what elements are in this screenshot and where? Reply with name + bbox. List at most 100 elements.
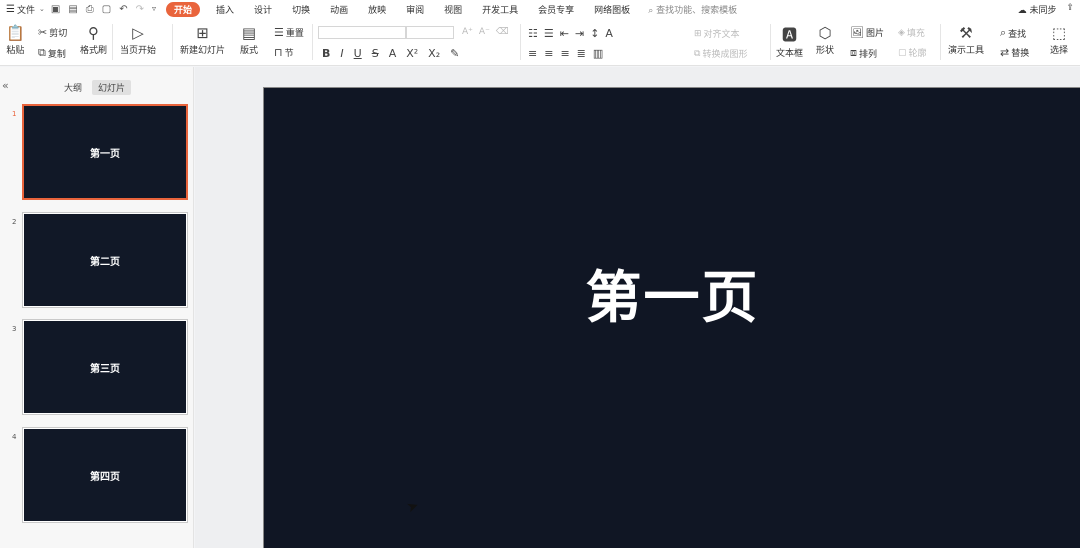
select-button[interactable]: ⬚ 选择 — [1050, 24, 1068, 56]
increase-indent-icon[interactable]: ⇥ — [575, 27, 584, 40]
section-button[interactable]: ⊓ 节 — [274, 46, 294, 59]
font-style-group: B I U S A X² X₂ ✎ — [322, 47, 459, 60]
copy-button[interactable]: ⧉ 复制 — [38, 46, 66, 60]
strikethrough-icon[interactable]: S — [372, 47, 379, 60]
text-box-button[interactable]: 🅰 文本框 — [776, 24, 803, 59]
tab-outline[interactable]: 大纲 — [58, 80, 88, 95]
redo-icon[interactable]: ↷ — [136, 4, 144, 15]
outline-button[interactable]: ▢ 轮廓 — [898, 46, 927, 60]
tab-slides[interactable]: 幻灯片 — [92, 80, 132, 95]
slide-number: 4 — [12, 433, 17, 441]
shape-button[interactable]: ⬡ 形状 — [816, 24, 834, 56]
play-from-current-label: 当页开始 — [120, 46, 157, 56]
justify-icon[interactable]: ≣ — [577, 47, 586, 60]
tab-network-board[interactable]: 网络图板 — [584, 3, 640, 16]
decrease-font-icon[interactable]: A⁻ — [479, 27, 490, 37]
presentation-tools-button[interactable]: ⚒ 演示工具 — [948, 24, 984, 56]
format-painter-button[interactable]: ⚲ 格式刷 — [80, 24, 107, 56]
format-painter-label: 格式刷 — [80, 46, 108, 56]
tab-view[interactable]: 视图 — [434, 3, 472, 16]
arrange-label: 排列 — [859, 49, 878, 60]
line-spacing-icon[interactable]: ↕ — [590, 27, 599, 40]
bold-icon[interactable]: B — [322, 47, 330, 60]
thumbnail-frame: 第一页 — [22, 104, 188, 200]
reset-button[interactable]: ☰ 重置 — [274, 26, 304, 39]
slide-thumbnail-3[interactable]: 3 第三页 — [0, 319, 194, 419]
convert-smartart-button[interactable]: ⧉ 转换成图形 — [694, 47, 747, 61]
tab-design[interactable]: 设计 — [244, 3, 282, 16]
share-icon[interactable]: ⇪ — [1066, 3, 1074, 16]
tab-developer[interactable]: 开发工具 — [472, 3, 528, 16]
highlight-icon[interactable]: ✎ — [450, 47, 459, 60]
shape-icon: ⬡ — [818, 24, 832, 42]
align-text-button[interactable]: ⊞ 对齐文本 — [694, 27, 740, 41]
underline-icon[interactable]: U — [354, 47, 362, 60]
more-icon[interactable]: ▿ — [152, 4, 156, 15]
slide-thumbnail-2[interactable]: 2 第二页 — [0, 212, 194, 312]
align-left-icon[interactable]: ≡ — [528, 47, 537, 60]
tab-member[interactable]: 会员专享 — [528, 3, 584, 16]
align-center-icon[interactable]: ≡ — [544, 47, 553, 60]
tab-transition[interactable]: 切换 — [282, 3, 320, 16]
play-from-current-button[interactable]: ▷ 当页开始 — [120, 24, 156, 56]
collapse-panel-icon[interactable]: « — [2, 79, 9, 92]
current-slide[interactable]: 第一页 — [263, 87, 1080, 548]
hamburger-icon[interactable]: ☰ — [6, 4, 15, 15]
find-button[interactable]: ⌕ 查找 — [1000, 26, 1026, 40]
font-color-icon[interactable]: A — [389, 47, 397, 60]
align-text-icon: ⊞ — [694, 28, 702, 39]
font-size-select[interactable] — [406, 26, 454, 39]
sync-status[interactable]: ☁ 未同步 — [1018, 3, 1057, 16]
cut-button[interactable]: ✂ 剪切 — [38, 26, 67, 39]
undo-icon[interactable]: ↶ — [119, 4, 127, 15]
tools-icon: ⚒ — [959, 24, 973, 42]
menu-file[interactable]: 文件 — [17, 3, 39, 16]
numbered-list-icon[interactable]: ☰ — [544, 27, 554, 40]
tab-slideshow[interactable]: 放映 — [358, 3, 396, 16]
increase-font-icon[interactable]: A⁺ — [462, 27, 473, 37]
slide-panel: « 大纲 幻灯片 1 第一页 2 第二页 3 第三页 4 第四页 — [0, 67, 194, 548]
chevron-down-icon[interactable]: ⌄ — [39, 5, 45, 13]
align-text-label: 对齐文本 — [703, 30, 740, 40]
arrange-button[interactable]: ⧈ 排列 — [850, 46, 877, 60]
italic-icon[interactable]: I — [340, 47, 343, 60]
find-label: 查找 — [1008, 29, 1027, 40]
copy-label: 复制 — [47, 49, 66, 60]
search-box[interactable]: ⌕ 查找功能、搜索模板 — [648, 3, 737, 16]
replace-button[interactable]: ⇄ 替换 — [1000, 46, 1029, 59]
tab-animation[interactable]: 动画 — [320, 3, 358, 16]
subscript-icon[interactable]: X₂ — [428, 47, 440, 60]
new-slide-button[interactable]: ⊞ 新建幻灯片 — [180, 24, 225, 56]
text-shadow-icon[interactable]: A — [605, 27, 613, 40]
play-icon: ▷ — [132, 24, 144, 42]
bullet-list-icon[interactable]: ☷ — [528, 27, 538, 40]
fill-button[interactable]: ◈ 填充 — [898, 26, 925, 40]
thumbnail-frame: 第二页 — [22, 212, 188, 308]
slide-thumbnail-4[interactable]: 4 第四页 — [0, 427, 194, 527]
clear-format-icon[interactable]: ⌫ — [496, 27, 509, 37]
preview-icon[interactable]: ▢ — [102, 4, 111, 15]
thumbnail-title: 第三页 — [24, 321, 186, 413]
superscript-icon[interactable]: X² — [406, 47, 418, 60]
outline-label: 轮廓 — [908, 49, 927, 59]
reset-icon: ☰ — [274, 26, 284, 39]
tab-insert[interactable]: 插入 — [206, 3, 244, 16]
align-right-icon[interactable]: ≡ — [560, 47, 569, 60]
decrease-indent-icon[interactable]: ⇤ — [560, 27, 569, 40]
cut-label: 剪切 — [49, 29, 68, 39]
export-pdf-icon[interactable]: ▤ — [68, 4, 77, 15]
slide-title[interactable]: 第一页 — [264, 253, 1080, 334]
fill-label: 填充 — [906, 29, 925, 39]
layout-button[interactable]: ▤ 版式 — [240, 24, 258, 56]
section-label: 节 — [284, 49, 294, 59]
tab-start[interactable]: 开始 — [166, 1, 201, 17]
print-icon[interactable]: ⎙ — [86, 4, 94, 15]
distribute-icon[interactable]: ▥ — [593, 47, 603, 60]
font-family-select[interactable] — [318, 26, 406, 39]
paste-button[interactable]: 📋 粘贴 — [6, 24, 25, 56]
save-icon[interactable]: ▣ — [51, 4, 60, 15]
slide-thumbnail-1[interactable]: 1 第一页 — [0, 104, 194, 204]
tab-review[interactable]: 审阅 — [396, 3, 434, 16]
slide-number: 2 — [12, 218, 17, 226]
picture-button[interactable]: 🖼 图片 — [850, 26, 884, 39]
